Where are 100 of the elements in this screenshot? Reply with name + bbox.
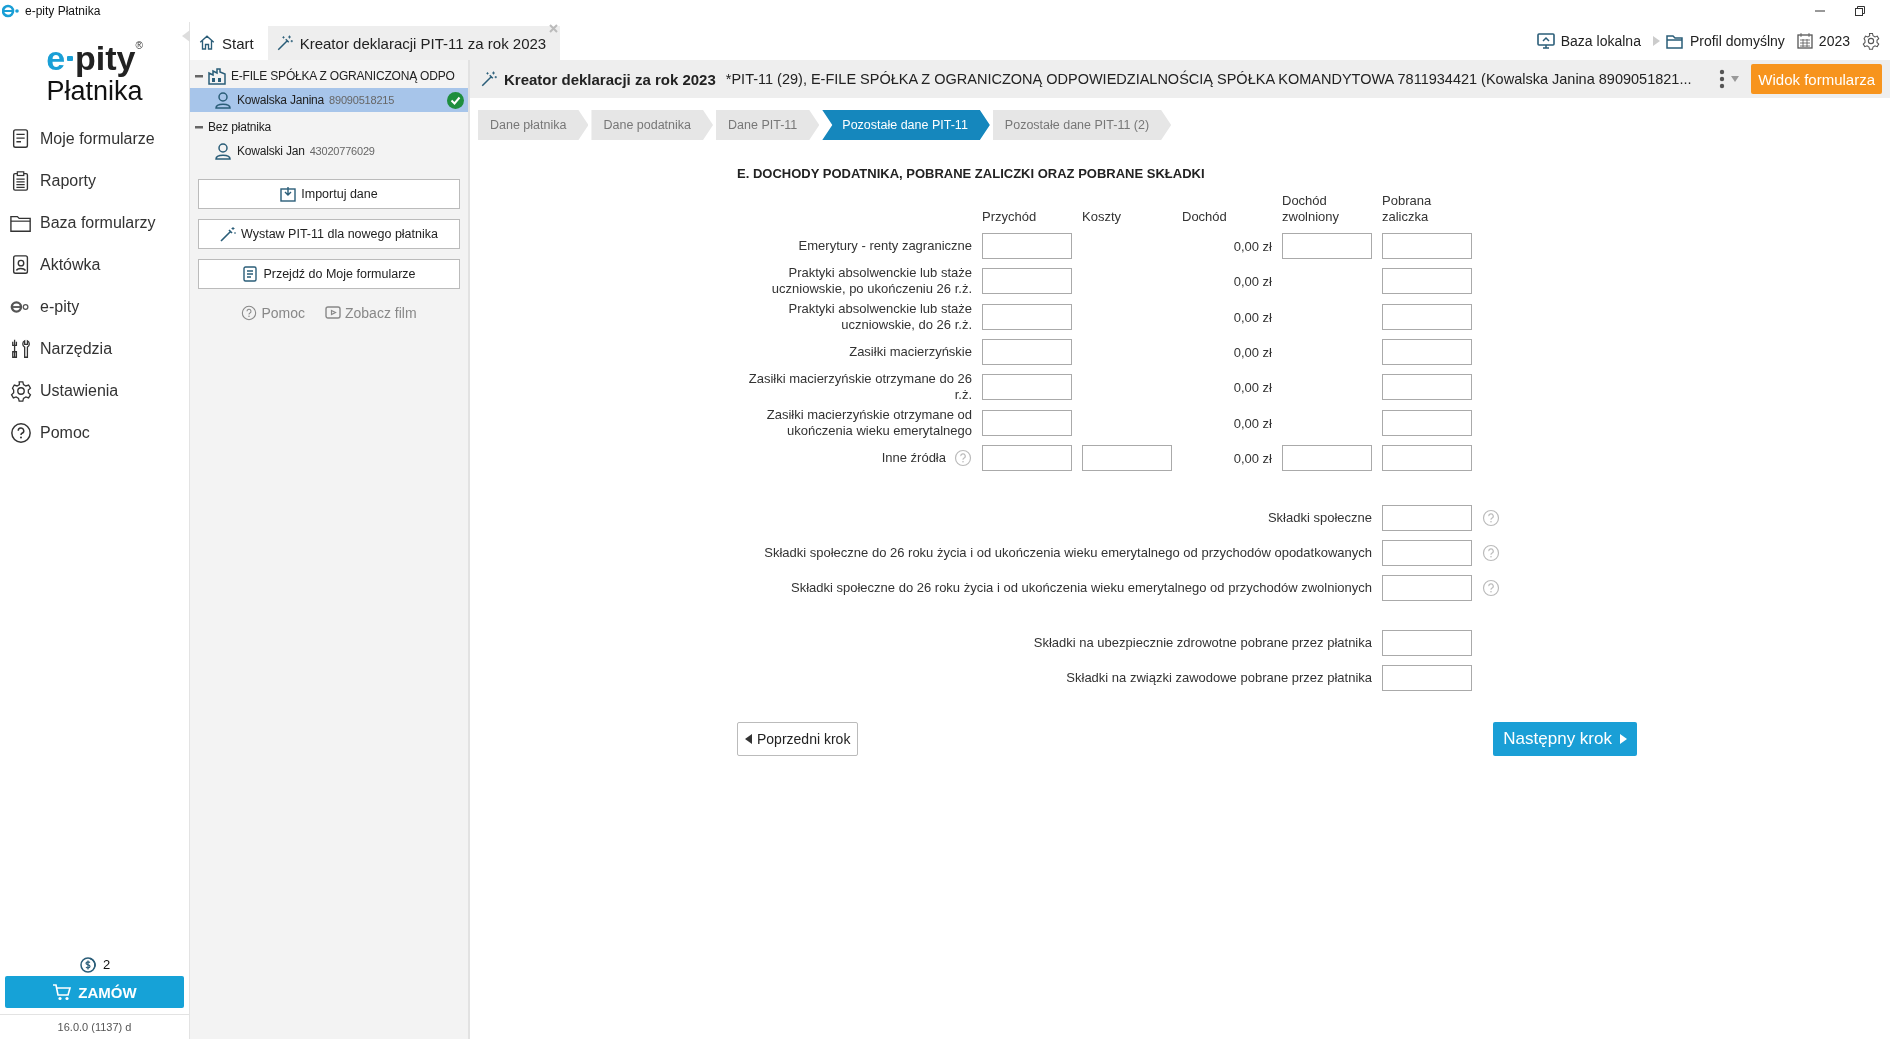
help-icon [241,305,258,321]
amount-field[interactable] [982,233,1072,259]
tree-item[interactable]: Kowalska Janina 89090518215 [190,88,468,112]
caret-icon [1731,76,1740,82]
column-header: Dochód zwolniony [1282,193,1341,225]
row-label: Zasiłki macierzyńskie [849,344,972,360]
person-icon [214,91,232,109]
monitor-icon [1536,33,1555,49]
amount-field[interactable] [982,268,1072,294]
folder-icon [1665,33,1684,49]
tree-group[interactable]: Bez płatnika [190,115,468,139]
settings-icon [10,380,32,402]
nav-item[interactable]: Baza formularzy [0,202,189,244]
version-text: 16.0.0 (1137) d [0,1014,189,1039]
profile-label[interactable]: Profil domyślny [1689,33,1785,49]
column-header: Pobrana zaliczka [1382,193,1433,225]
wizard-step[interactable]: Pozostałe dane PIT-11 [822,110,990,140]
amount-field[interactable] [1382,339,1472,365]
right-arrow-icon [1620,734,1627,744]
amount-field[interactable] [982,410,1072,436]
income-value: 0,00 zł [1233,450,1272,466]
nav-item[interactable]: Aktówka [0,244,189,286]
nav-item[interactable]: Raporty [0,160,189,202]
amount-field[interactable] [1382,304,1472,330]
amount-field[interactable] [982,304,1072,330]
column-header: Koszty [1082,209,1122,225]
panel-button[interactable]: Importuj dane [198,179,460,209]
income-value: 0,00 zł [1233,415,1272,431]
amount-field[interactable] [1382,374,1472,400]
row-label: Praktyki absolwenckie lub staże uczniowskie, po ukończeniu 26 r.ż. [770,265,972,297]
nav-item[interactable]: Narzędzia [0,328,189,370]
database-label[interactable]: Baza lokalna [1560,33,1641,49]
panel-button[interactable]: Przejdź do Moje formularze [198,259,460,289]
amount-field[interactable] [1282,233,1372,259]
nav-item[interactable]: e-pity [0,286,189,328]
contribution-label: Składki na ubezpiecznie zdrowotne pobrane przez płatnika [1033,635,1372,651]
nav-item[interactable]: Pomoc [0,412,189,454]
panel-button[interactable]: Wystaw PIT-11 dla nowego płatnika [198,219,460,249]
app-logo-icon [2,4,20,18]
column-header: Dochód [1182,209,1228,225]
income-value: 0,00 zł [1233,309,1272,325]
help-icon [10,422,32,444]
building-icon [208,67,226,85]
pesel-number: 43020776029 [309,145,375,157]
year-label[interactable]: 2023 [1818,33,1850,49]
nav-item[interactable]: Moje formularze [0,118,189,160]
row-label: Emerytury - renty zagraniczne [798,238,972,254]
logo-text: e pity [46,40,136,76]
income-value: 0,00 zł [1233,344,1272,360]
amount-field[interactable] [1082,445,1172,471]
amount-field[interactable] [1382,233,1472,259]
wizard-step[interactable]: Dane podatnika [591,110,714,140]
amount-field[interactable] [1382,540,1472,566]
coins-icon [78,955,97,973]
import-icon [280,186,297,202]
document-description: *PIT-11 (29), E-FILE SPÓŁKA Z OGRANICZONĄ ODPOWIEDZIALNOŚCIĄ SPÓŁKA KOMANDYTOWA 7811934421 (Kowalska Janina 8909051821... [725,71,1692,87]
amount-field[interactable] [1382,268,1472,294]
restore-icon [1854,5,1866,17]
row-label: Zasiłki macierzyńskie otrzymane do 26 r.ż. [747,371,972,403]
contribution-label: Składki społeczne [1267,510,1372,526]
row-label: Praktyki absolwenckie lub staże uczniowskie, do 26 r.ż. [787,301,972,333]
person-icon [214,142,232,160]
credits-count: 2 [102,956,111,972]
nav-item[interactable]: Ustawienia [0,370,189,412]
amount-field[interactable] [1382,630,1472,656]
previous-step-button[interactable]: Poprzedni krok [737,722,859,756]
tree-group[interactable]: E-FILE SPÓŁKA Z OGRANICZONĄ ODPO [190,64,468,88]
left-arrow-icon [745,734,752,744]
contribution-label: Składki społeczne do 26 roku życia i od ukończenia wieku emerytalnego od przychodów opodatkowanych [764,545,1372,561]
wizard-step[interactable]: Pozostałe dane PIT-11 (2) [992,110,1172,140]
amount-field[interactable] [1382,665,1472,691]
income-value: 0,00 zł [1233,238,1272,254]
amount-field[interactable] [982,339,1072,365]
amount-field[interactable] [982,374,1072,400]
form-list-icon [242,266,259,282]
amount-field[interactable] [1382,505,1472,531]
amount-field[interactable] [1382,410,1472,436]
wizard-title: Kreator deklaracji za rok 2023 [504,70,716,88]
tree-item[interactable]: Kowalski Jan 43020776029 [190,139,468,163]
tools-icon [10,338,32,360]
pesel-number: 89090518215 [329,94,395,106]
wizard-step[interactable]: Dane PIT-11 [716,110,820,140]
settings-icon [1862,32,1880,50]
amount-field[interactable] [1282,445,1372,471]
logo-subtitle: Płatnika [46,76,143,106]
tab[interactable]: Kreator deklaracji PIT-11 za rok 2023 [267,26,561,60]
row-label: Zasiłki macierzyńskie otrzymane od ukończenia wieku emerytalnego [765,407,972,439]
amount-field[interactable] [982,445,1072,471]
wizard-step[interactable]: Dane płatnika [478,110,589,140]
amount-field[interactable] [1382,575,1472,601]
amount-field[interactable] [1382,445,1472,471]
magic-wand-icon [220,226,236,242]
cart-icon [52,983,73,1001]
calendar-icon [1796,33,1813,49]
section-title: E. DOCHODY PODATNIKA, POBRANE ZALICZKI ORAZ POBRANE SKŁADKI [737,166,1206,181]
registered-mark: ® [135,40,143,51]
row-label: Inne źródła [881,450,946,466]
column-header: Przychód [982,209,1038,225]
contribution-label: Składki społeczne do 26 roku życia i od ukończenia wieku emerytalnego od przychodów zwolnionych [791,580,1372,596]
breadcrumb-arrow-icon [1652,36,1660,46]
